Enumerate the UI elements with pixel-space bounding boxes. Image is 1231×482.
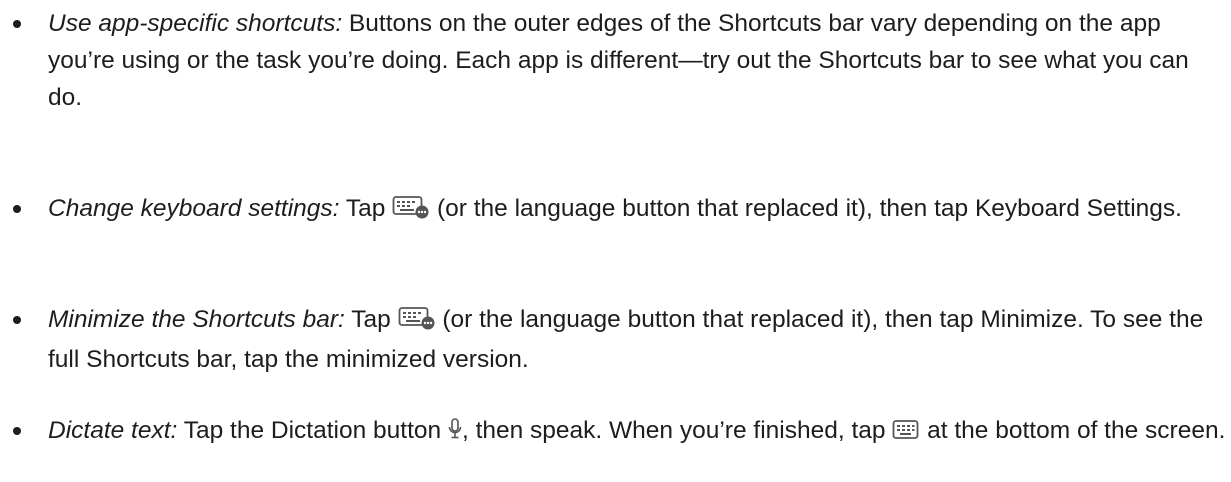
keyboard-icon (892, 415, 920, 452)
list-item-text: at the bottom of the screen. (920, 417, 1226, 444)
list-item-text: (or the language button that replaced it… (430, 195, 1182, 222)
list-item-term: Change keyboard settings: (48, 195, 340, 222)
list-item-term: Dictate text: (48, 417, 178, 444)
list-item-text: Tap (339, 195, 393, 222)
list-item-term: Use app-specific shortcuts: (48, 10, 343, 37)
microphone-icon (448, 415, 462, 452)
list-item-term: Minimize the Shortcuts bar: (48, 306, 345, 333)
list-item: Minimize the Shortcuts bar: Tap (or the … (13, 301, 1228, 378)
list-item: Change keyboard settings: Tap (or the la… (13, 190, 1228, 230)
list-item-text: , then speak. When you’re finished, tap (461, 417, 893, 444)
list-item: Dictate text: Tap the Dictation button ,… (13, 412, 1228, 452)
list-item: Use app-specific shortcuts: Buttons on t… (13, 5, 1228, 116)
keyboard-ellipsis-icon (392, 193, 430, 230)
list-item-text: Tap the Dictation button (177, 417, 448, 444)
list-item-text: Tap (344, 306, 398, 333)
keyboard-ellipsis-icon (398, 304, 436, 341)
